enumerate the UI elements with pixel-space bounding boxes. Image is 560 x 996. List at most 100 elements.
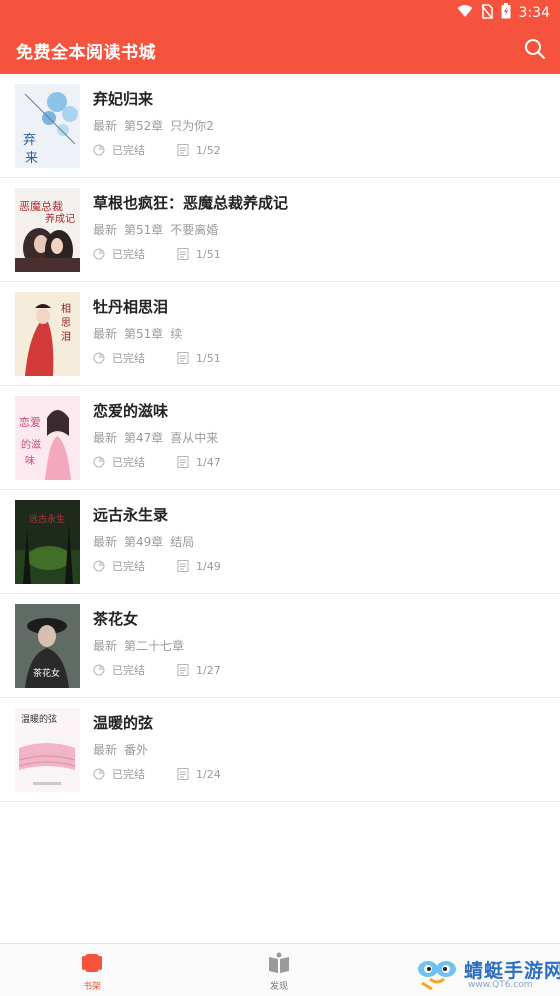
book-cover: 相 思 泪 bbox=[15, 292, 80, 376]
battery-icon bbox=[501, 3, 511, 23]
clock-icon bbox=[93, 768, 105, 780]
latest-chapter: 最新 第49章 结局 bbox=[93, 533, 201, 550]
book-cover: 温暖的弦 bbox=[15, 708, 80, 792]
book-status: 已完结 bbox=[112, 664, 145, 677]
latest-label: 最新 bbox=[93, 743, 118, 757]
read-progress: 1/51 bbox=[196, 351, 221, 365]
tab-bookshelf[interactable]: 书架 bbox=[62, 952, 122, 992]
book-cover: 恶魔总裁 养成记 bbox=[15, 188, 80, 272]
read-progress: 1/27 bbox=[196, 663, 221, 677]
latest-label: 最新 bbox=[93, 639, 118, 653]
book-cover: 弃 来 bbox=[15, 84, 80, 168]
chapter-number: 第51章 bbox=[124, 223, 164, 237]
clock-icon bbox=[93, 456, 105, 468]
chapter-title: 不要离婚 bbox=[170, 223, 219, 237]
search-icon[interactable] bbox=[524, 38, 546, 60]
chapter-number: 第二十七章 bbox=[124, 639, 185, 653]
book-item[interactable]: 弃 来 弃妃归来 最新 第52章 只为你2 已完结 1/52 bbox=[0, 74, 560, 178]
book-cover: 茶花女 bbox=[15, 604, 80, 688]
book-title: 牡丹相思泪 bbox=[93, 298, 169, 316]
read-progress: 1/49 bbox=[196, 559, 221, 573]
svg-text:弃: 弃 bbox=[23, 133, 36, 148]
read-progress: 1/51 bbox=[196, 247, 221, 261]
app-bar: 免费全本阅读书城 bbox=[0, 24, 560, 74]
svg-text:恶魔总裁: 恶魔总裁 bbox=[19, 199, 63, 213]
book-meta: 已完结 1/47 bbox=[93, 454, 221, 470]
document-icon bbox=[177, 768, 189, 780]
clock-icon bbox=[93, 664, 105, 676]
book-title: 茶花女 bbox=[93, 610, 139, 628]
book-item[interactable]: 茶花女 茶花女 最新 第二十七章 已完结 1/27 bbox=[0, 594, 560, 698]
book-status: 已完结 bbox=[112, 248, 145, 261]
document-icon bbox=[177, 560, 189, 572]
latest-label: 最新 bbox=[93, 535, 118, 549]
latest-chapter: 最新 番外 bbox=[93, 741, 162, 758]
latest-chapter: 最新 第二十七章 bbox=[93, 637, 198, 654]
svg-text:泪: 泪 bbox=[61, 330, 71, 343]
watermark: 蜻蜓手游网 www.QT6.com bbox=[412, 953, 560, 995]
clock-icon bbox=[93, 560, 105, 572]
chapter-number: 第47章 bbox=[124, 431, 164, 445]
book-title: 弃妃归来 bbox=[93, 90, 154, 108]
svg-text:茶花女: 茶花女 bbox=[33, 667, 60, 679]
book-meta: 已完结 1/24 bbox=[93, 766, 221, 782]
book-item[interactable]: 远古永生 远古永生录 最新 第49章 结局 已完结 1/49 bbox=[0, 490, 560, 594]
svg-text:来: 来 bbox=[25, 151, 38, 166]
svg-text:思: 思 bbox=[61, 317, 71, 329]
dragonfly-logo-icon bbox=[414, 955, 460, 995]
clock: 3:34 bbox=[518, 5, 550, 21]
tab-label: 发现 bbox=[269, 982, 288, 992]
book-status: 已完结 bbox=[112, 768, 145, 781]
svg-text:温暖的弦: 温暖的弦 bbox=[21, 713, 57, 725]
svg-text:的滋: 的滋 bbox=[21, 438, 41, 451]
book-meta: 已完结 1/49 bbox=[93, 558, 221, 574]
chapter-number: 番外 bbox=[124, 743, 149, 757]
book-item[interactable]: 恋爱 的滋 味 恋爱的滋味 最新 第47章 喜从中来 已完结 1/47 bbox=[0, 386, 560, 490]
book-meta: 已完结 1/27 bbox=[93, 662, 221, 678]
chapter-title: 结局 bbox=[170, 535, 195, 549]
book-meta: 已完结 1/51 bbox=[93, 350, 221, 366]
tab-discover[interactable]: 发现 bbox=[249, 952, 309, 992]
no-sim-icon bbox=[480, 3, 493, 23]
svg-text:相: 相 bbox=[61, 302, 71, 315]
read-progress: 1/47 bbox=[196, 455, 221, 469]
document-icon bbox=[177, 456, 189, 468]
book-item[interactable]: 相 思 泪 牡丹相思泪 最新 第51章续 已完结 1/51 bbox=[0, 282, 560, 386]
chapter-number: 第49章 bbox=[124, 535, 164, 549]
document-icon bbox=[177, 352, 189, 364]
book-open-icon bbox=[249, 952, 309, 977]
watermark-brand: 蜻蜓手游网 bbox=[464, 960, 560, 982]
svg-text:味: 味 bbox=[25, 455, 35, 467]
read-progress: 1/52 bbox=[196, 143, 221, 157]
document-icon bbox=[177, 664, 189, 676]
book-title: 草根也疯狂：恶魔总裁养成记 bbox=[93, 194, 289, 212]
chapter-number: 第51章 bbox=[124, 327, 164, 341]
read-progress: 1/24 bbox=[196, 767, 221, 781]
latest-chapter: 最新 第47章 喜从中来 bbox=[93, 429, 225, 446]
book-title: 远古永生录 bbox=[93, 506, 169, 524]
latest-chapter: 最新 第51章 不要离婚 bbox=[93, 221, 225, 238]
book-status: 已完结 bbox=[112, 144, 145, 157]
latest-label: 最新 bbox=[93, 327, 118, 341]
chapter-title: 只为你2 bbox=[170, 119, 214, 133]
book-cover: 恋爱 的滋 味 bbox=[15, 396, 80, 480]
chapter-title: 续 bbox=[170, 327, 183, 341]
tab-label: 书架 bbox=[82, 982, 101, 992]
book-meta: 已完结 1/52 bbox=[93, 142, 221, 158]
status-bar: 3:34 bbox=[0, 0, 560, 24]
latest-chapter: 最新 第51章续 bbox=[93, 325, 189, 342]
wifi-icon bbox=[457, 4, 473, 22]
book-title: 恋爱的滋味 bbox=[93, 402, 169, 420]
latest-label: 最新 bbox=[93, 223, 118, 237]
book-cover: 远古永生 bbox=[15, 500, 80, 584]
book-title: 温暖的弦 bbox=[93, 714, 154, 732]
book-item[interactable]: 恶魔总裁 养成记 草根也疯狂：恶魔总裁养成记 最新 第51章 不要离婚 已完结 1/… bbox=[0, 178, 560, 282]
latest-label: 最新 bbox=[93, 431, 118, 445]
book-meta: 已完结 1/51 bbox=[93, 246, 221, 262]
bookshelf-list: 弃 来 弃妃归来 最新 第52章 只为你2 已完结 1/52 恶魔总裁 养成记 草根… bbox=[0, 74, 560, 802]
clock-icon bbox=[93, 248, 105, 260]
svg-text:恋爱: 恋爱 bbox=[19, 415, 41, 429]
chapter-title: 喜从中来 bbox=[170, 431, 219, 445]
book-item[interactable]: 温暖的弦 温暖的弦 最新 番外 已完结 1/24 bbox=[0, 698, 560, 802]
document-icon bbox=[177, 248, 189, 260]
